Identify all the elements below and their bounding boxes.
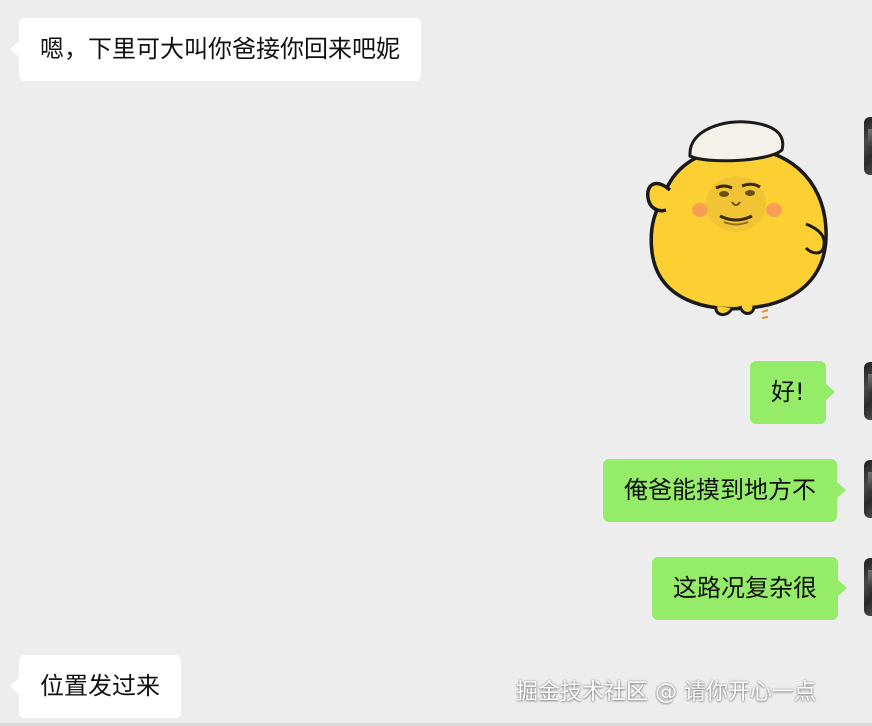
sender-avatar[interactable] (864, 362, 872, 420)
chick-sticker[interactable] (636, 118, 832, 326)
sender-avatar[interactable] (864, 460, 872, 518)
incoming-message-bubble[interactable]: 嗯，下里可大叫你爸接你回来吧妮 (10, 18, 421, 81)
chat-history: 嗯，下里可大叫你爸接你回来吧妮 好! 俺爸能摸到地方不 这路况复杂很 位置发过来 (0, 0, 872, 726)
outgoing-message-bubble[interactable]: 这路况复杂很 (652, 557, 847, 620)
watermark-text: 掘金技术社区 @ 请你开心一点 (516, 680, 816, 705)
incoming-message-bubble[interactable]: 位置发过来 (10, 655, 181, 718)
outgoing-message-bubble[interactable]: 俺爸能摸到地方不 (603, 459, 846, 522)
sender-avatar[interactable] (864, 117, 872, 175)
sender-avatar[interactable] (864, 558, 872, 616)
outgoing-message-bubble[interactable]: 好! (750, 361, 835, 424)
